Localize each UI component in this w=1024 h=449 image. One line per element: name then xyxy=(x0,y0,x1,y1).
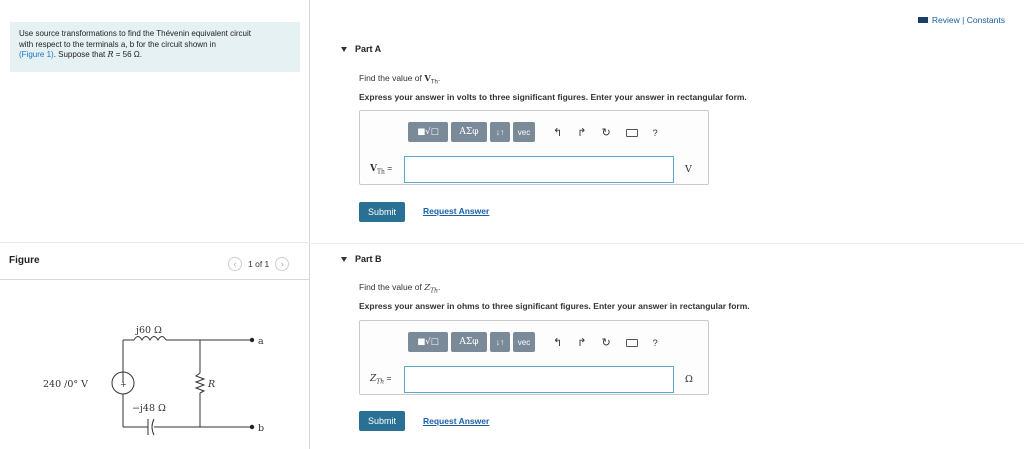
part-a-unit: V xyxy=(685,164,692,175)
var-eq: = xyxy=(384,163,393,173)
figure-pager: ‹ 1 of 1 › xyxy=(228,257,290,271)
part-b-question: Find the value of ZTh. xyxy=(359,282,440,295)
part-a-answer-input[interactable] xyxy=(404,156,674,183)
redo-icon[interactable]: ↱ xyxy=(577,336,586,349)
figure-link[interactable]: (Figure 1) xyxy=(19,50,54,59)
part-b-variable-label: ZTh = xyxy=(370,373,391,386)
find-suffix: . xyxy=(437,73,441,83)
inductor-coil xyxy=(133,336,167,342)
keyboard-icon[interactable] xyxy=(625,338,638,347)
var-sub: Th xyxy=(376,168,385,176)
part-a-answer-editor: ■√□ ΑΣφ ↓↑ vec ↰ ↱ ↻ ? VTh = V xyxy=(359,110,709,185)
inductor-label: j60 Ω xyxy=(135,325,162,336)
find-suffix: . xyxy=(438,282,441,292)
capacitor-label: −j48 Ω xyxy=(132,403,166,414)
capacitor-plate-right xyxy=(151,418,155,436)
part-a-header[interactable]: Part A xyxy=(341,44,381,54)
sub-sup-button[interactable]: ↓↑ xyxy=(490,332,510,352)
intro-line-3: (Figure 1). Suppose that R = 56 Ω. xyxy=(19,50,291,61)
intro-line-3-text: . Suppose that xyxy=(53,50,108,59)
greek-symbols-button[interactable]: ΑΣφ xyxy=(451,122,487,142)
find-prefix: Find the value of xyxy=(359,73,425,83)
part-a-submit-button[interactable]: Submit xyxy=(359,202,405,222)
math-toolbar: ■√□ ΑΣφ ↓↑ vec xyxy=(408,332,535,352)
vector-button[interactable]: vec xyxy=(513,122,535,142)
help-icon[interactable]: ? xyxy=(653,128,658,138)
reset-icon[interactable]: ↻ xyxy=(601,126,610,139)
review-constants-link[interactable]: Review | Constants xyxy=(917,15,1005,25)
figure-title: Figure xyxy=(9,255,40,266)
source-label: 240 /0° V xyxy=(43,379,88,390)
part-a-title: Part A xyxy=(355,44,382,54)
answer-pane: Review | Constants Part A Find the value… xyxy=(311,0,1024,449)
keyboard-icon[interactable] xyxy=(625,128,638,137)
reset-icon[interactable]: ↻ xyxy=(601,336,610,349)
part-b-unit: Ω xyxy=(685,374,693,385)
pager-text: 1 of 1 xyxy=(248,259,270,269)
resistor-label: R xyxy=(207,379,215,390)
redo-icon[interactable]: ↱ xyxy=(577,126,586,139)
find-prefix: Find the value of xyxy=(359,282,425,292)
part-b-request-answer-link[interactable]: Request Answer xyxy=(423,416,489,426)
part-b-submit-button[interactable]: Submit xyxy=(359,411,405,431)
part-a-instructions: Express your answer in volts to three si… xyxy=(359,92,747,102)
help-icon[interactable]: ? xyxy=(653,338,658,348)
part-b: Part B Find the value of ZTh. Express yo… xyxy=(311,243,1024,431)
terminal-b-label: b xyxy=(258,423,264,434)
var-eq: = xyxy=(384,373,392,383)
part-b-answer-input[interactable] xyxy=(404,366,674,393)
terminal-a-label: a xyxy=(258,336,264,347)
var-sub: Th xyxy=(376,378,385,386)
part-b-answer-editor: ■√□ ΑΣφ ↓↑ vec ↰ ↱ ↻ ? ZTh = Ω xyxy=(359,320,709,395)
intro-line-1: Use source transformations to find the T… xyxy=(19,29,251,38)
editor-tools: ↰ ↱ ↻ ? xyxy=(553,126,658,139)
part-b-title: Part B xyxy=(355,254,382,264)
templates-button[interactable]: ■√□ xyxy=(408,122,448,142)
part-b-instructions: Express your answer in ohms to three sig… xyxy=(359,301,750,311)
sub-sup-button[interactable]: ↓↑ xyxy=(490,122,510,142)
find-sub: Th xyxy=(430,287,438,295)
figure-header: Figure ‹ 1 of 1 › xyxy=(0,242,310,280)
collapse-caret-icon xyxy=(341,256,347,262)
prev-figure-button[interactable]: ‹ xyxy=(228,257,242,271)
review-icon xyxy=(917,17,928,23)
math-toolbar: ■√□ ΑΣφ ↓↑ vec xyxy=(408,122,535,142)
intro-line-2: with respect to the terminals a, b for t… xyxy=(19,39,216,49)
part-a-variable-label: VTh = xyxy=(370,163,392,176)
problem-pane: Use source transformations to find the T… xyxy=(0,0,310,449)
source-plus: + xyxy=(120,380,127,389)
next-figure-button[interactable]: › xyxy=(275,257,290,271)
part-a-request-answer-link[interactable]: Request Answer xyxy=(423,206,489,216)
part-a-question: Find the value of VTh. xyxy=(359,73,440,86)
terminal-b-dot xyxy=(249,424,255,430)
part-b-header[interactable]: Part B xyxy=(341,254,382,264)
editor-tools: ↰ ↱ ↻ ? xyxy=(553,336,658,349)
review-label: Review | Constants xyxy=(931,15,1005,25)
r-value: = 56 Ω. xyxy=(113,50,142,59)
problem-statement: Use source transformations to find the T… xyxy=(10,22,300,72)
vector-button[interactable]: vec xyxy=(513,332,535,352)
undo-icon[interactable]: ↰ xyxy=(553,336,562,349)
greek-symbols-button[interactable]: ΑΣφ xyxy=(451,332,487,352)
terminal-a-dot xyxy=(249,337,255,343)
var-symbol: V xyxy=(370,164,377,174)
find-sub: Th xyxy=(430,79,438,86)
resistor-zigzag xyxy=(194,372,206,394)
templates-button[interactable]: ■√□ xyxy=(408,332,448,352)
undo-icon[interactable]: ↰ xyxy=(553,126,562,139)
circuit-diagram: j60 Ω + 240 /0° V R −j48 Ω a b xyxy=(43,325,264,436)
find-symbol: V xyxy=(424,74,431,84)
collapse-caret-icon xyxy=(341,46,347,52)
